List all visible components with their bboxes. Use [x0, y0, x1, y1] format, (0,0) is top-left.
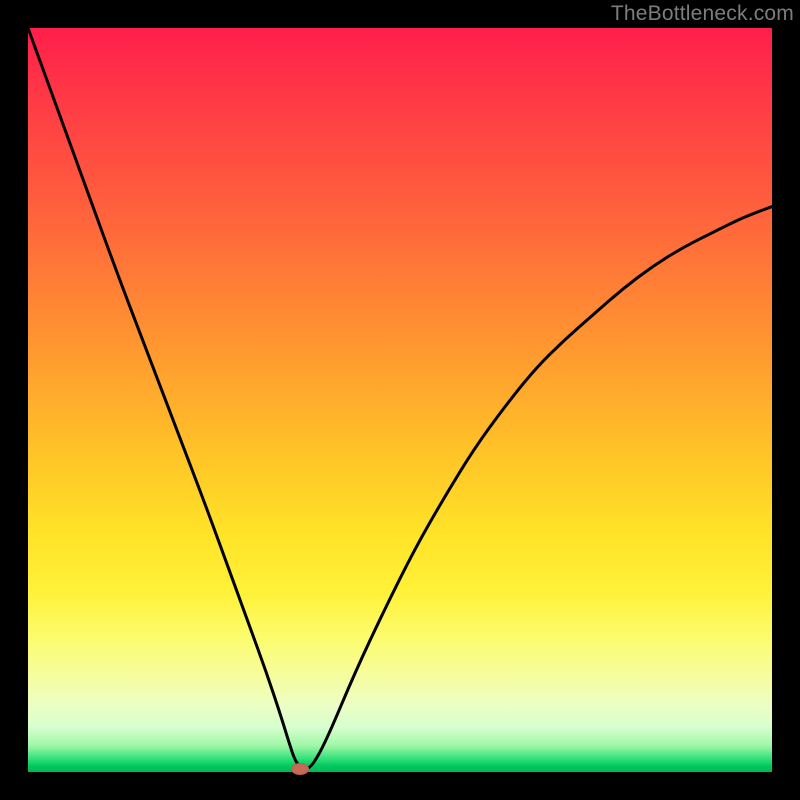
- chart-plot-area: [28, 28, 772, 772]
- bottleneck-curve: [28, 28, 772, 772]
- optimum-marker: [291, 763, 309, 775]
- watermark-text: TheBottleneck.com: [611, 2, 794, 26]
- chart-frame: TheBottleneck.com: [0, 0, 800, 800]
